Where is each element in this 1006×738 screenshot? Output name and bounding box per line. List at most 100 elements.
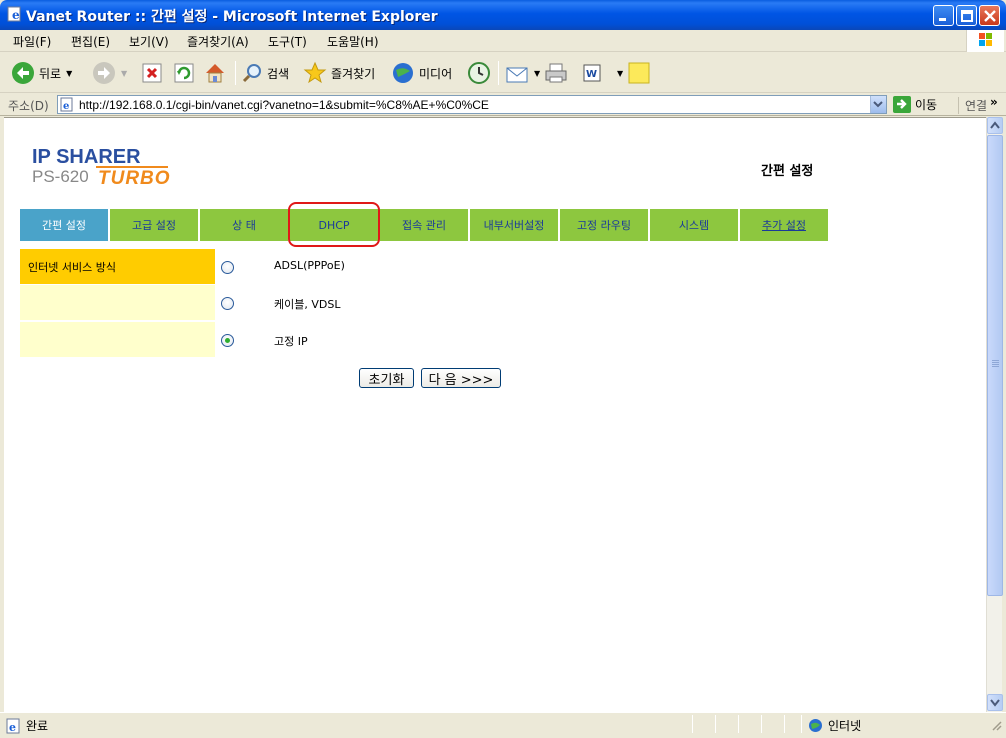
status-bar: e 완료 인터넷 bbox=[0, 712, 1006, 738]
radio-cable-vdsl[interactable] bbox=[221, 297, 234, 310]
minimize-icon bbox=[939, 18, 946, 21]
windows-logo-icon bbox=[966, 30, 1004, 52]
page-icon: e bbox=[60, 97, 73, 112]
print-button[interactable] bbox=[544, 59, 568, 87]
nav-advanced-setup[interactable]: 고급 설정 bbox=[110, 209, 198, 241]
toolbar-separator bbox=[235, 61, 236, 85]
next-button[interactable]: 다 음 >>> bbox=[421, 368, 501, 388]
favorites-button[interactable]: 즐겨찾기 bbox=[303, 59, 375, 87]
links-chevron-icon[interactable]: » bbox=[990, 95, 998, 109]
menu-bar: 파일(F) 편집(E) 보기(V) 즐겨찾기(A) 도구(T) 도움말(H) bbox=[0, 30, 1006, 52]
dhcp-highlight-annotation bbox=[288, 202, 380, 247]
option-label-static-ip: 고정 IP bbox=[274, 335, 308, 348]
svg-text:W: W bbox=[586, 69, 597, 80]
note-icon bbox=[628, 62, 650, 84]
media-button[interactable]: 미디어 bbox=[391, 59, 452, 87]
address-dropdown-icon[interactable] bbox=[870, 96, 886, 113]
history-icon bbox=[468, 62, 490, 84]
address-url: http://192.168.0.1/cgi-bin/vanet.cgi?van… bbox=[79, 98, 489, 112]
nav-access-management[interactable]: 접속 관리 bbox=[380, 209, 468, 241]
option-label-adsl: ADSL(PPPoE) bbox=[274, 259, 345, 272]
go-button[interactable]: 이동 bbox=[893, 96, 937, 113]
scroll-up-button[interactable] bbox=[987, 117, 1003, 134]
maximize-icon bbox=[961, 10, 973, 22]
reset-button[interactable]: 초기화 bbox=[359, 368, 414, 388]
edit-document-icon: W bbox=[583, 64, 601, 82]
media-globe-icon bbox=[393, 63, 413, 83]
address-input[interactable]: e http://192.168.0.1/cgi-bin/vanet.cgi?v… bbox=[57, 95, 887, 114]
option-label-cable-vdsl: 케이블, VDSL bbox=[274, 298, 341, 311]
menu-edit[interactable]: 편집(E) bbox=[71, 33, 110, 50]
nav-static-routing[interactable]: 고정 라우팅 bbox=[560, 209, 648, 241]
mail-button[interactable]: ▼ bbox=[505, 59, 540, 87]
status-done: e 완료 bbox=[6, 717, 48, 734]
vertical-scrollbar[interactable] bbox=[986, 117, 1003, 712]
chevron-up-icon bbox=[990, 121, 1000, 129]
nav-easy-setup[interactable]: 간편 설정 bbox=[20, 209, 108, 241]
mail-dropdown-icon[interactable]: ▼ bbox=[534, 69, 540, 78]
address-bar: 주소(D) e http://192.168.0.1/cgi-bin/vanet… bbox=[0, 94, 1006, 116]
printer-icon bbox=[545, 63, 567, 83]
home-button[interactable] bbox=[203, 59, 227, 87]
close-icon bbox=[984, 10, 996, 22]
title-bar: e Vanet Router :: 간편 설정 - Microsoft Inte… bbox=[0, 0, 1006, 30]
window-title: Vanet Router :: 간편 설정 - Microsoft Intern… bbox=[26, 9, 438, 25]
label-cell-empty bbox=[20, 322, 215, 357]
search-button[interactable]: 검색 bbox=[241, 59, 289, 87]
address-label: 주소(D) bbox=[8, 99, 49, 113]
page-title: 간편 설정 bbox=[761, 164, 814, 179]
back-arrow-icon bbox=[12, 62, 34, 84]
forward-arrow-icon bbox=[93, 62, 115, 84]
mail-icon bbox=[506, 67, 528, 83]
page-done-icon: e bbox=[6, 718, 20, 734]
history-button[interactable] bbox=[467, 59, 491, 87]
menu-help[interactable]: 도움말(H) bbox=[327, 33, 379, 50]
nav-internal-server[interactable]: 내부서버설정 bbox=[470, 209, 558, 241]
chevron-down-icon bbox=[990, 699, 1000, 707]
scroll-thumb[interactable] bbox=[987, 135, 1003, 596]
forward-button[interactable]: ▼ bbox=[92, 59, 127, 87]
nav-system[interactable]: 시스템 bbox=[650, 209, 738, 241]
service-type-label-cell: 인터넷 서비스 방식 bbox=[20, 249, 215, 284]
links-button[interactable]: 연결 bbox=[958, 97, 987, 114]
menu-favorites[interactable]: 즐겨찾기(A) bbox=[187, 33, 249, 50]
edit-button[interactable]: W ▼ bbox=[581, 59, 623, 87]
browser-viewport: IP SHARER PS-620 TURBO 간편 설정 간편 설정 고급 설정… bbox=[4, 117, 986, 712]
minimize-button[interactable] bbox=[933, 5, 954, 26]
status-zone: 인터넷 bbox=[808, 717, 861, 734]
back-dropdown-icon[interactable]: ▼ bbox=[66, 69, 72, 78]
search-icon bbox=[242, 64, 261, 83]
forward-dropdown-icon[interactable]: ▼ bbox=[121, 69, 127, 78]
label-cell-empty bbox=[20, 285, 215, 320]
menu-view[interactable]: 보기(V) bbox=[129, 33, 169, 50]
menu-file[interactable]: 파일(F) bbox=[13, 33, 51, 50]
toolbar-separator bbox=[498, 61, 499, 85]
refresh-button[interactable] bbox=[173, 59, 195, 87]
svg-text:e: e bbox=[63, 101, 69, 112]
close-button[interactable] bbox=[979, 5, 1000, 26]
radio-adsl[interactable] bbox=[221, 261, 234, 274]
refresh-icon bbox=[174, 63, 194, 83]
svg-text:e: e bbox=[12, 8, 20, 22]
logo-line3: TURBO bbox=[98, 168, 171, 189]
star-icon bbox=[303, 61, 327, 84]
menu-tools[interactable]: 도구(T) bbox=[268, 33, 307, 50]
stop-button[interactable] bbox=[141, 59, 163, 87]
nav-status[interactable]: 상 태 bbox=[200, 209, 288, 241]
edit-dropdown-icon[interactable]: ▼ bbox=[617, 69, 623, 78]
maximize-button[interactable] bbox=[956, 5, 977, 26]
stop-icon bbox=[142, 63, 162, 83]
toolbar: 뒤로 ▼ ▼ 검색 즐겨찾기 미디어 ▼ W ▼ bbox=[0, 53, 1006, 93]
messenger-button[interactable] bbox=[627, 59, 651, 87]
svg-text:e: e bbox=[9, 721, 16, 734]
ie-page-icon: e bbox=[7, 6, 21, 22]
home-icon bbox=[206, 64, 224, 83]
back-button[interactable]: 뒤로 ▼ bbox=[11, 59, 72, 87]
service-type-label: 인터넷 서비스 방식 bbox=[28, 261, 116, 274]
resize-grip-icon[interactable] bbox=[990, 719, 1002, 731]
ip-sharer-logo: IP SHARER PS-620 TURBO bbox=[32, 146, 170, 189]
scroll-down-button[interactable] bbox=[987, 694, 1003, 711]
nav-additional-setup[interactable]: 추가 설정 bbox=[740, 209, 828, 241]
go-arrow-icon bbox=[893, 96, 911, 113]
radio-static-ip[interactable] bbox=[221, 334, 234, 347]
